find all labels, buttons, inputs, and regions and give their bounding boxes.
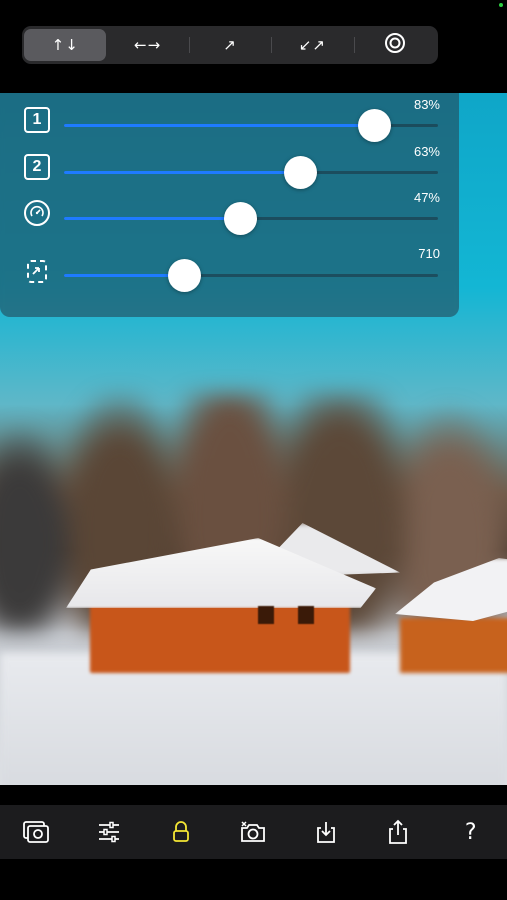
slider-fill bbox=[64, 171, 300, 174]
blur-1-icon: 1 bbox=[24, 107, 50, 133]
slider-fill bbox=[64, 124, 375, 127]
adjustments-button[interactable] bbox=[87, 810, 131, 854]
help-button[interactable]: ? bbox=[449, 810, 493, 854]
horizontal-arrows-icon: ←→ bbox=[134, 36, 162, 54]
slider-fill bbox=[64, 217, 240, 220]
diagonal-arrow-icon: ↗ bbox=[223, 36, 237, 54]
resolution-icon bbox=[24, 258, 50, 284]
mode-horizontal-button[interactable]: ←→ bbox=[106, 29, 188, 61]
status-indicator bbox=[499, 3, 503, 7]
mode-radial-button[interactable] bbox=[353, 29, 436, 61]
second-house-wall bbox=[400, 618, 507, 673]
slider-fill bbox=[64, 274, 184, 277]
help-icon: ? bbox=[464, 819, 477, 845]
radial-icon bbox=[384, 32, 406, 58]
slider-row-blur-1: 1 83% bbox=[0, 97, 459, 145]
slider-value: 63% bbox=[413, 144, 440, 159]
slider-track[interactable] bbox=[64, 109, 438, 142]
mode-diagonal-double-button[interactable]: ↙↗ bbox=[271, 29, 353, 61]
share-button[interactable] bbox=[376, 810, 420, 854]
house-window bbox=[298, 606, 314, 624]
download-icon bbox=[315, 820, 337, 844]
slider-thumb[interactable] bbox=[358, 109, 392, 142]
mode-selector: ↑↓ ←→ ↗ ↙↗ bbox=[22, 26, 438, 64]
camera-button[interactable] bbox=[231, 810, 275, 854]
share-icon bbox=[387, 819, 409, 845]
adjustments-icon bbox=[97, 821, 121, 843]
slider-track[interactable] bbox=[64, 156, 438, 189]
slider-thumb[interactable] bbox=[223, 202, 257, 235]
speedometer-icon bbox=[24, 200, 50, 226]
slider-row-blur-2: 2 63% bbox=[0, 144, 459, 192]
slider-thumb[interactable] bbox=[167, 259, 201, 292]
lock-button[interactable] bbox=[159, 810, 203, 854]
photos-icon bbox=[22, 820, 50, 844]
slider-row-resolution: 710 bbox=[0, 246, 459, 294]
mode-vertical-button[interactable]: ↑↓ bbox=[24, 29, 107, 61]
slider-value: 47% bbox=[413, 190, 440, 205]
blur-settings-panel: 1 83% 2 63% 47% 710 bbox=[0, 93, 459, 317]
slider-value: 83% bbox=[413, 97, 440, 112]
vertical-arrows-icon: ↑↓ bbox=[51, 36, 79, 54]
slider-track[interactable] bbox=[64, 259, 438, 292]
slider-thumb[interactable] bbox=[283, 156, 317, 189]
photos-button[interactable] bbox=[14, 810, 58, 854]
house-window bbox=[258, 606, 274, 624]
slider-track[interactable] bbox=[64, 202, 438, 235]
download-button[interactable] bbox=[304, 810, 348, 854]
camera-icon bbox=[239, 820, 267, 844]
lock-icon bbox=[172, 821, 190, 843]
diagonal-double-arrow-icon: ↙↗ bbox=[298, 36, 326, 54]
slider-row-speed: 47% bbox=[0, 190, 459, 238]
slider-value: 710 bbox=[418, 246, 440, 261]
blur-2-icon: 2 bbox=[24, 154, 50, 180]
bottom-toolbar: ? bbox=[0, 805, 507, 859]
mode-diagonal-button[interactable]: ↗ bbox=[188, 29, 271, 61]
